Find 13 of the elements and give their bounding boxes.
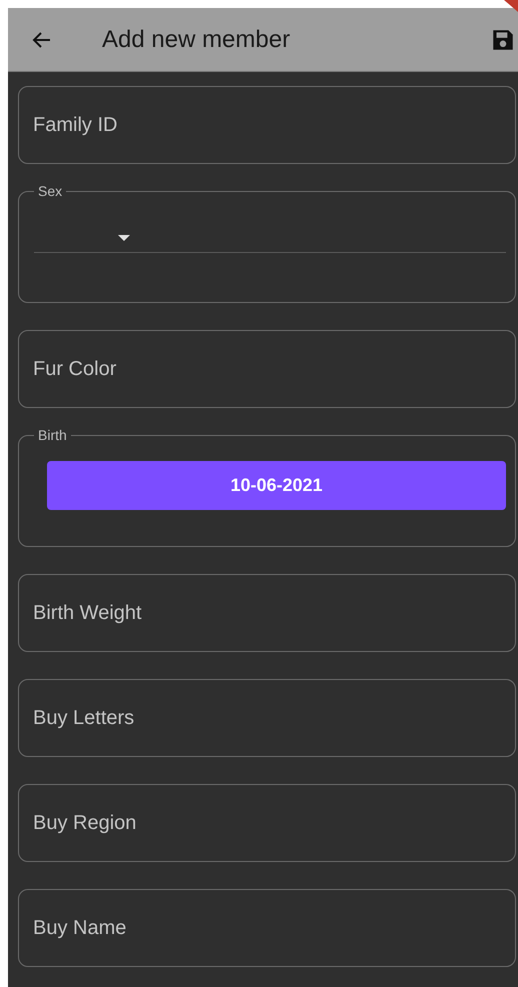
text-field[interactable]: Buy Region xyxy=(18,784,516,862)
text-field[interactable]: Family ID xyxy=(18,86,516,164)
dropdown-field[interactable]: Sex xyxy=(18,183,516,303)
text-field[interactable]: Buy Name xyxy=(18,889,516,967)
text-field[interactable]: Fur Color xyxy=(18,330,516,408)
field-label: Birth xyxy=(37,427,68,443)
text-field[interactable]: Buy Letters xyxy=(18,679,516,757)
dropdown-caret-icon[interactable] xyxy=(118,234,130,240)
field-label: Sex xyxy=(37,183,64,199)
date-button[interactable]: 10-06-2021 xyxy=(47,461,506,510)
screen-title: Add new member xyxy=(102,26,292,54)
debug-banner xyxy=(504,0,518,12)
text-field[interactable]: Birth Weight xyxy=(18,574,516,652)
